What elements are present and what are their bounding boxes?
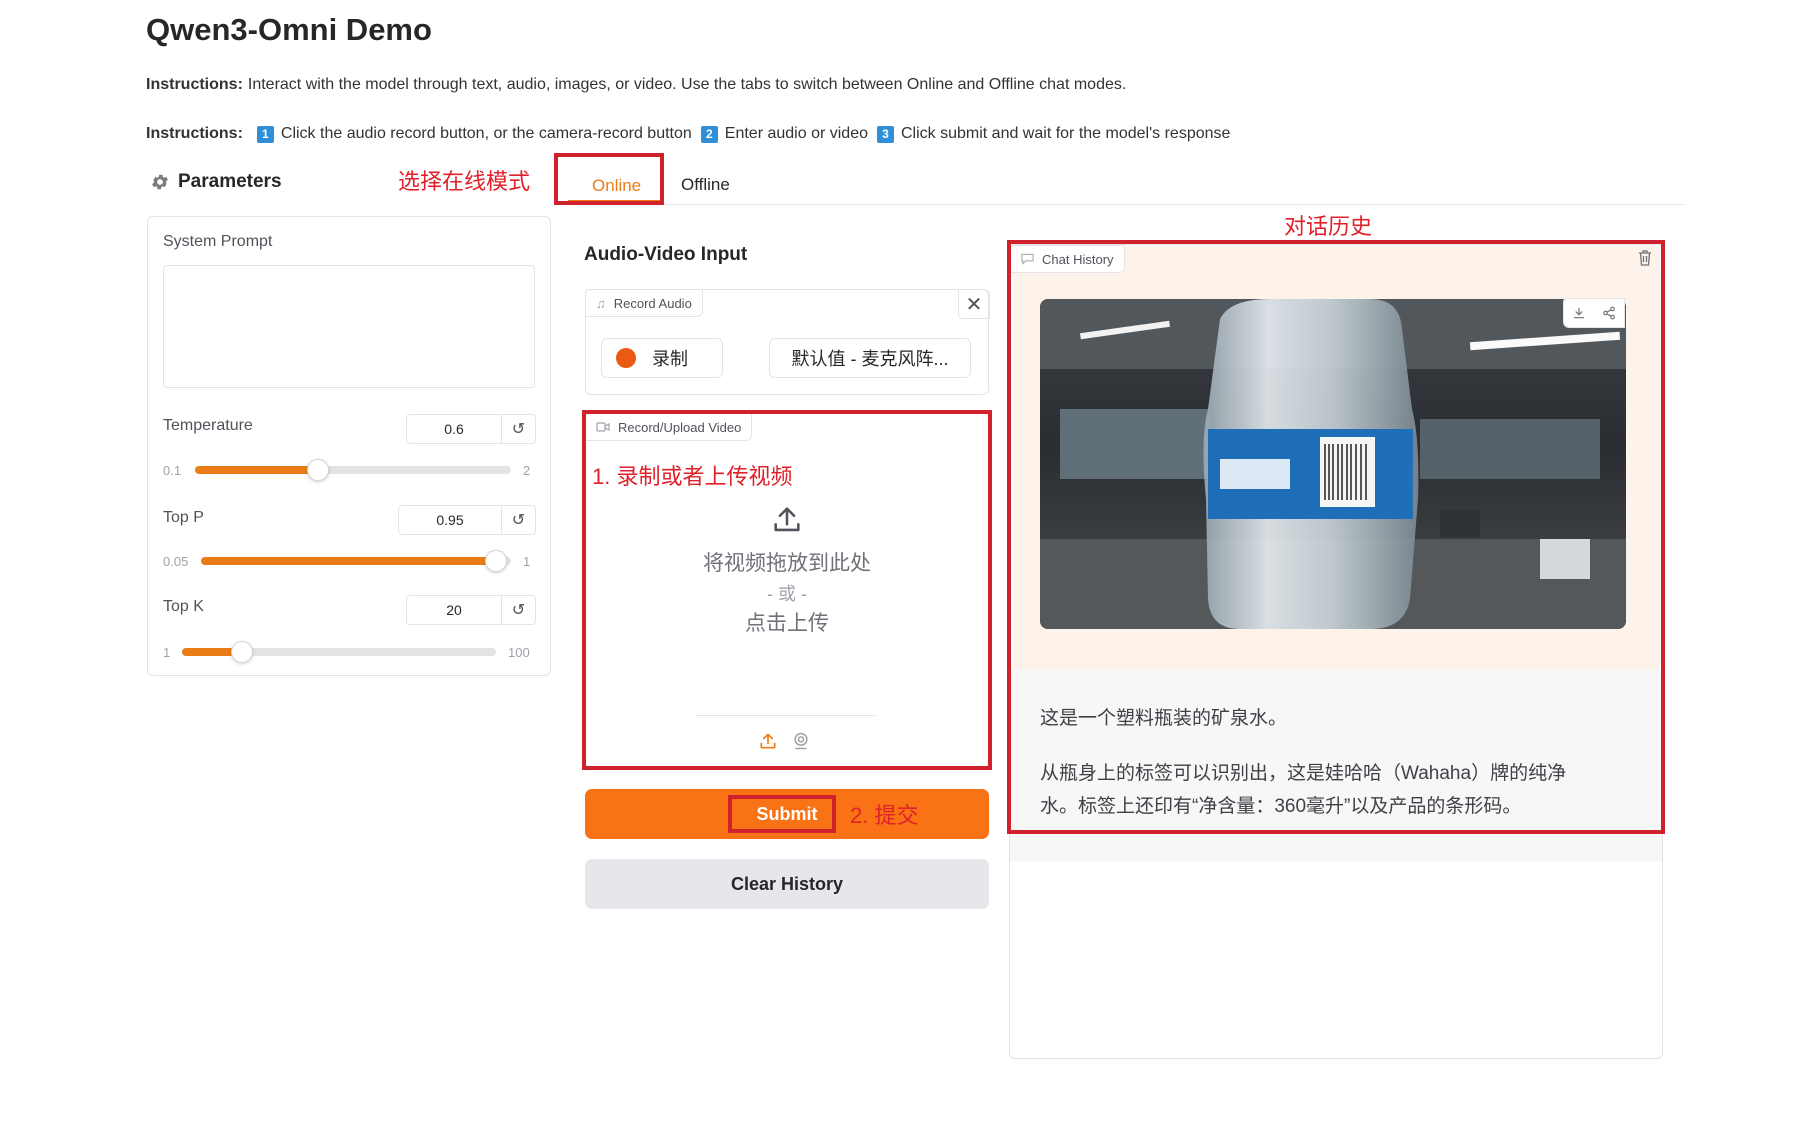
system-prompt-input[interactable] [163,265,535,388]
gear-icon [152,174,168,190]
top-p-number-input[interactable]: 0.95 ↺ [398,505,536,535]
top-p-slider-fill [201,557,496,565]
annotation-record-upload: 1. 录制或者上传视频 [592,464,793,489]
record-button[interactable]: 录制 [601,338,723,378]
step-badge-1: 1 [256,125,274,143]
top-k-slider[interactable] [182,641,496,663]
step-text-2: Enter audio or video [724,125,868,142]
top-k-max: 100 [508,645,530,660]
instructions-label: Instructions: [146,125,243,142]
top-k-label: Top K [163,598,204,615]
temperature-min: 0.1 [163,463,182,478]
top-p-max: 1 [523,554,531,569]
step-badge-2: 2 [700,125,718,143]
parameters-title: Parameters [178,171,282,192]
record-audio-label: ♫ Record Audio [585,289,703,317]
temperature-value[interactable]: 0.6 [407,421,501,437]
reset-icon[interactable]: ↺ [501,596,535,624]
audio-video-input-title: Audio-Video Input [584,244,748,265]
reset-icon[interactable]: ↺ [501,415,535,443]
annotation-box-online-tab [554,153,664,205]
system-prompt-label: System Prompt [163,233,273,250]
top-p-slider[interactable] [201,550,511,572]
top-k-value[interactable]: 20 [407,602,501,618]
clear-history-button[interactable]: Clear History [585,859,989,909]
temperature-label: Temperature [163,417,253,434]
top-p-label: Top P [163,509,204,526]
instructions-line-2: Instructions: 1 Click the audio record b… [146,125,1230,143]
top-k-slider-thumb[interactable] [230,641,253,663]
step-badge-3: 3 [876,125,894,143]
instructions-line-1: Instructions: Interact with the model th… [146,76,1126,94]
step-text-1: Click the audio record button, or the ca… [280,125,692,142]
instructions-text: Interact with the model through text, au… [247,76,1127,93]
parameters-header[interactable]: Parameters [150,171,282,193]
music-note-icon: ♫ [596,295,606,311]
instructions-label: Instructions: [146,76,243,93]
record-button-label: 录制 [652,349,688,369]
annotation-submit: 2. 提交 [850,803,919,828]
annotation-select-online: 选择在线模式 [398,169,531,194]
top-p-value[interactable]: 0.95 [399,512,501,528]
record-dot-icon [616,348,636,368]
annotation-box-chat-history [1007,240,1665,834]
temperature-max: 2 [523,463,531,478]
top-k-number-input[interactable]: 20 ↺ [406,595,536,625]
top-p-min: 0.05 [163,554,189,569]
microphone-select[interactable]: 默认值 - 麦克风阵... [769,338,971,378]
top-p-slider-thumb[interactable] [484,550,507,572]
annotation-box-submit [728,795,836,833]
reset-icon[interactable]: ↺ [501,506,535,534]
step-text-3: Click submit and wait for the model's re… [900,125,1231,142]
close-icon[interactable]: ✕ [958,289,990,319]
record-audio-text: Record Audio [613,295,692,311]
tab-offline[interactable]: Offline [681,175,730,195]
temperature-slider[interactable] [195,459,511,481]
page-title: Qwen3-Omni Demo [146,12,432,47]
top-k-min: 1 [163,645,171,660]
annotation-chat-history: 对话历史 [1284,214,1373,239]
temperature-slider-fill [195,466,319,474]
tab-bar-divider [560,204,1684,205]
temperature-number-input[interactable]: 0.6 ↺ [406,414,536,444]
